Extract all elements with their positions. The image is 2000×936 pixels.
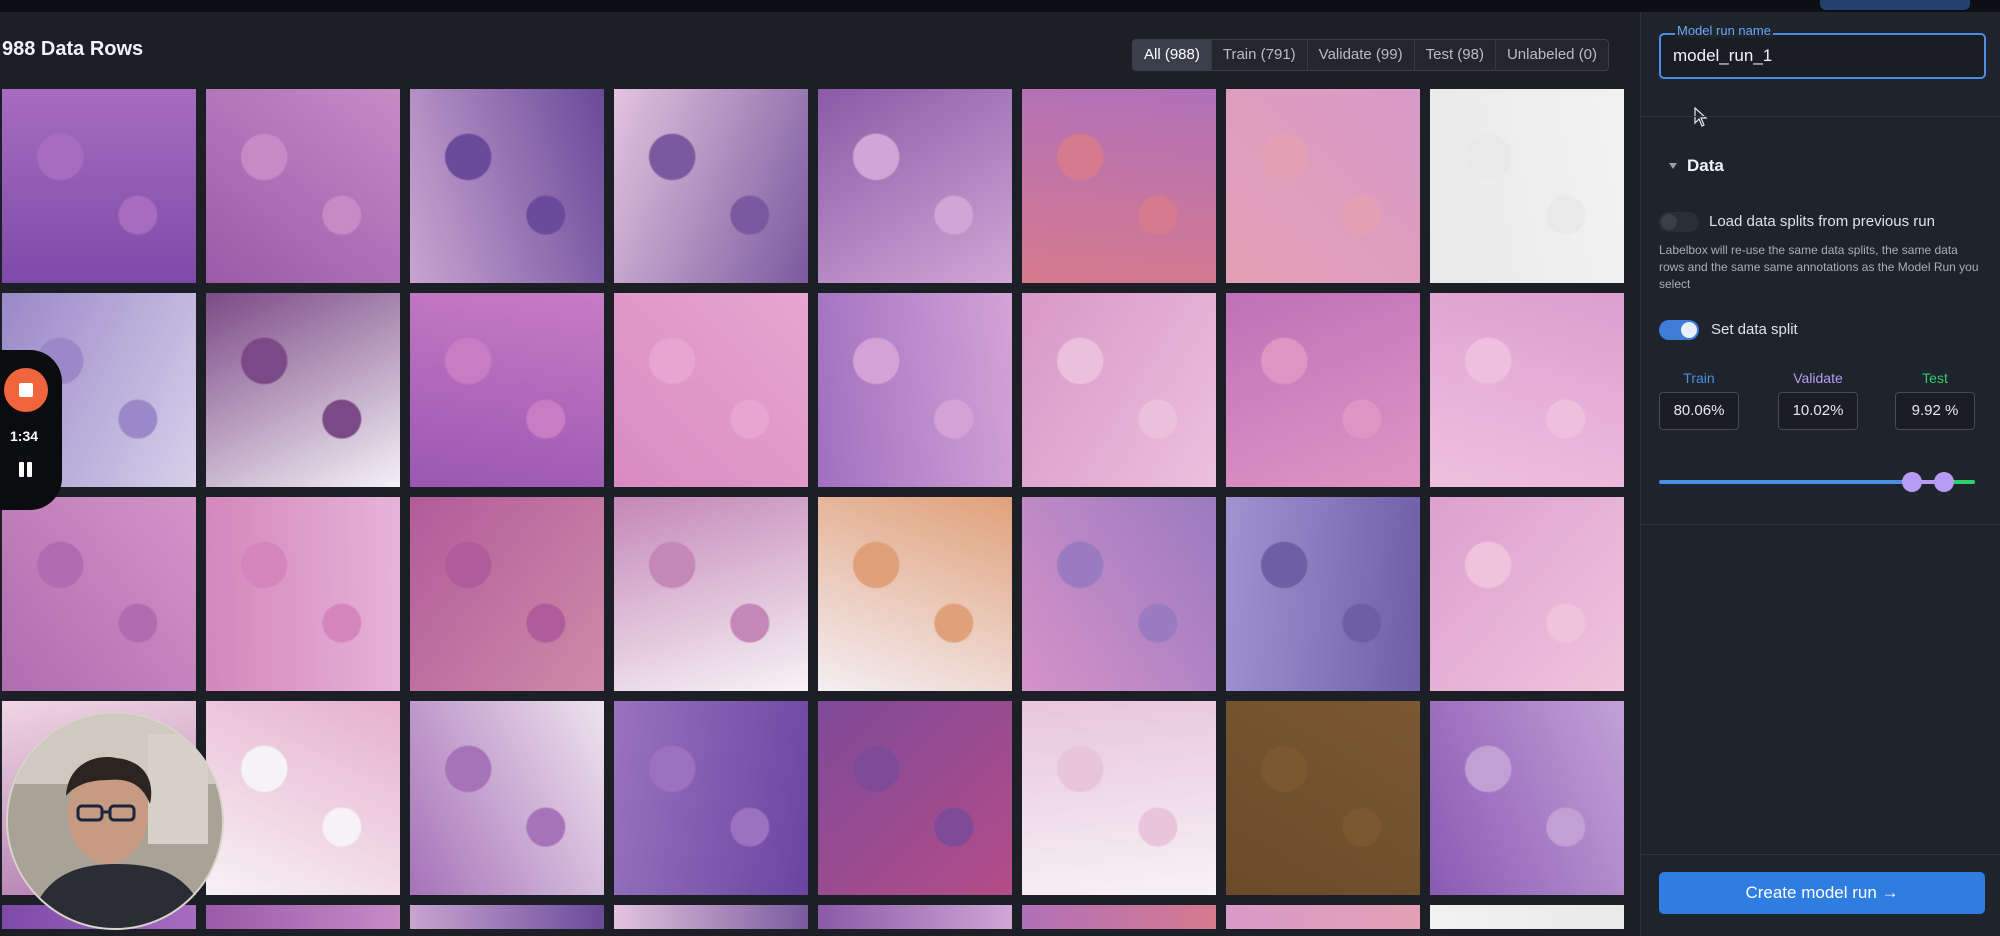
data-row-thumbnail[interactable] [2,497,196,691]
model-run-name-field[interactable]: Model run name [1659,23,1986,79]
data-row-thumbnail[interactable] [1226,89,1420,283]
divider [1641,524,2000,525]
validate-label: Validate [1793,370,1843,386]
data-row-thumbnail[interactable] [2,89,196,283]
data-row-thumbnail[interactable] [1226,293,1420,487]
webcam-overlay [6,712,224,930]
train-track [1659,480,1912,484]
data-row-thumbnail[interactable] [206,293,400,487]
set-split-toggle[interactable] [1659,320,1699,340]
test-split: Test 9.92 % [1895,370,1975,430]
train-percent-input[interactable]: 80.06% [1659,392,1739,430]
stop-recording-button[interactable] [4,368,48,412]
validate-split: Validate 10.02% [1778,370,1858,430]
data-row-thumbnail[interactable] [614,497,808,691]
test-label: Test [1922,370,1948,386]
data-row-thumbnail[interactable] [206,497,400,691]
data-row-thumbnail[interactable] [614,701,808,895]
data-row-thumbnail[interactable] [818,701,1012,895]
caret-down-icon [1669,163,1677,169]
data-row-thumbnail[interactable] [818,293,1012,487]
data-row-thumbnail[interactable] [614,89,808,283]
toggle-knob [1661,214,1677,230]
data-row-thumbnail[interactable] [206,905,400,929]
presenter-video-image [8,714,222,928]
split-filter-tabs: All (988) Train (791) Validate (99) Test… [1132,39,1610,71]
model-run-name-label: Model run name [1675,23,1773,38]
data-section-title: Data [1687,156,1724,175]
window-top-bar [0,0,2000,12]
set-split-label: Set data split [1711,321,1798,338]
data-row-thumbnail[interactable] [1226,701,1420,895]
data-row-thumbnail[interactable] [1430,293,1624,487]
tab-all[interactable]: All (988) [1133,40,1212,70]
data-row-thumbnail[interactable] [1430,905,1624,929]
data-row-thumbnail[interactable] [1430,497,1624,691]
data-row-thumbnail[interactable] [1226,905,1420,929]
data-row-thumbnail[interactable] [206,701,400,895]
data-row-thumbnail[interactable] [1022,497,1216,691]
data-row-thumbnail[interactable] [410,905,604,929]
data-row-thumbnail[interactable] [1022,293,1216,487]
mouse-cursor-icon [1694,107,1708,127]
data-row-thumbnail[interactable] [614,905,808,929]
recording-timer: 1:34 [10,428,39,444]
validate-percent-input[interactable]: 10.02% [1778,392,1858,430]
data-row-thumbnail[interactable] [1022,89,1216,283]
data-row-thumbnail[interactable] [818,497,1012,691]
tab-unlabeled[interactable]: Unlabeled (0) [1496,40,1608,70]
create-model-run-panel: Model run name Data Load data splits fro… [1640,12,2000,936]
data-row-thumbnail[interactable] [410,89,604,283]
divider [1641,854,2000,855]
data-row-thumbnail[interactable] [206,89,400,283]
tab-validate[interactable]: Validate (99) [1308,40,1415,70]
data-row-thumbnail[interactable] [410,497,604,691]
data-split-slider[interactable] [1659,470,1975,494]
create-model-run-label: Create model run [1745,883,1877,902]
toggle-knob [1681,322,1697,338]
divider [1641,116,2000,117]
load-splits-label: Load data splits from previous run [1709,213,1935,230]
data-row-thumbnail[interactable] [818,89,1012,283]
train-validate-handle[interactable] [1901,472,1922,492]
page-title: 988 Data Rows [2,38,144,60]
pause-icon[interactable] [16,460,36,480]
data-row-thumbnail[interactable] [410,293,604,487]
data-rows-gallery: 988 Data Rows All (988) Train (791) Vali… [0,12,1640,936]
load-splits-help-text: Labelbox will re-use the same data split… [1659,243,1979,291]
data-row-thumbnail[interactable] [614,293,808,487]
test-percent-input[interactable]: 9.92 % [1895,392,1975,430]
load-splits-toggle[interactable] [1659,212,1699,232]
screen-recorder-widget: 1:34 [0,350,62,510]
model-run-name-input[interactable] [1673,44,1973,68]
data-row-thumbnail[interactable] [1022,701,1216,895]
create-model-run-button[interactable]: Create model run → [1659,872,1985,914]
data-row-thumbnail[interactable] [1430,701,1624,895]
top-accent-bar [1820,0,1970,10]
arrow-right-icon: → [1881,883,1899,902]
tab-test[interactable]: Test (98) [1415,40,1496,70]
data-row-thumbnail[interactable] [1430,89,1624,283]
data-row-thumbnail[interactable] [1022,905,1216,929]
data-row-thumbnail[interactable] [410,701,604,895]
data-section-header[interactable]: Data [1669,156,1724,176]
data-row-thumbnail[interactable] [818,905,1012,929]
train-label: Train [1683,370,1715,386]
tab-train[interactable]: Train (791) [1212,40,1308,70]
validate-test-handle[interactable] [1933,472,1954,492]
data-row-thumbnail[interactable] [1226,497,1420,691]
train-split: Train 80.06% [1659,370,1739,430]
